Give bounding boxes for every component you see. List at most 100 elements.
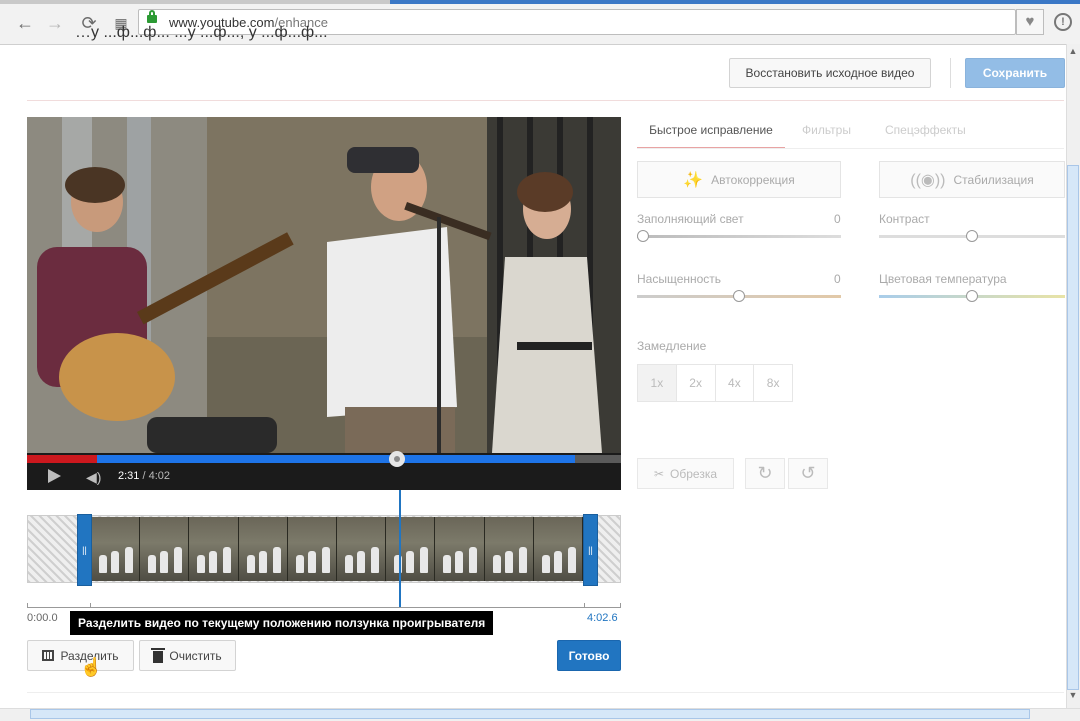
hand-cursor-icon: ☝: [80, 657, 103, 677]
scroll-up-icon[interactable]: ▲: [1067, 46, 1079, 60]
frame-figure: [148, 555, 157, 573]
stabilize-label: Стабилизация: [953, 172, 1034, 187]
autocorrect-label: Автокоррекция: [711, 172, 795, 187]
tab-filters[interactable]: Фильтры: [802, 115, 851, 147]
play-icon[interactable]: [48, 469, 61, 483]
frame-figure: [258, 551, 267, 573]
secure-lock-icon: [147, 10, 157, 23]
frame-figure: [406, 551, 415, 573]
timeline-end-label: 4:02.6: [587, 612, 618, 624]
rotate-left-icon[interactable]: ↺: [788, 458, 828, 489]
frame-figure: [174, 547, 183, 573]
filmstrip-frame: [435, 517, 485, 581]
restore-original-button[interactable]: Восстановить исходное видео: [729, 58, 931, 88]
scissors-icon: ✂: [653, 466, 665, 481]
speed-1x-button[interactable]: 1x: [638, 365, 677, 401]
clear-button[interactable]: Очистить: [139, 640, 236, 671]
frame-figure: [307, 551, 316, 573]
split-tooltip: Разделить видео по текущему положению по…: [70, 611, 494, 635]
frame-figure: [160, 551, 169, 573]
trim-label: Обрезка: [670, 466, 718, 481]
frame-figure: [295, 555, 304, 573]
filmstrip[interactable]: [91, 517, 583, 581]
back-arrow-icon[interactable]: ←: [14, 12, 36, 34]
fill-light-knob[interactable]: [637, 230, 649, 242]
filmstrip-frame: [287, 517, 338, 581]
speed-4x-button[interactable]: 4x: [716, 365, 755, 401]
filmstrip-frame: [238, 517, 288, 581]
frame-figure: [455, 551, 464, 573]
clear-button-label: Очистить: [169, 648, 222, 663]
frame-figure: [197, 555, 206, 573]
enhance-tabs: Быстрое исправление Фильтры Спецэффекты: [637, 115, 1064, 149]
frame-figure: [567, 547, 576, 573]
saturation-value: 0: [834, 272, 841, 286]
autocorrect-button[interactable]: ✨ Автокоррекция: [637, 161, 841, 198]
frame-figure: [111, 551, 119, 573]
video-frame-image: [27, 117, 621, 453]
horizontal-scroll-thumb[interactable]: [30, 709, 1030, 719]
stabilize-icon: ((◉)): [910, 171, 946, 189]
slowdown-speed-group: 1x 2x 4x 8x: [637, 364, 793, 402]
tab-effects[interactable]: Спецэффекты: [885, 115, 966, 147]
forward-arrow-icon[interactable]: →: [44, 12, 66, 34]
color-temperature-label: Цветовая температура: [879, 272, 1007, 286]
timeline-start-label: 0:00.0: [27, 612, 58, 624]
rotate-right-icon[interactable]: ↻: [745, 458, 785, 489]
saturation-knob[interactable]: [733, 290, 745, 302]
filmstrip-frame: [484, 517, 534, 581]
frame-figure: [541, 555, 550, 573]
done-button[interactable]: Готово: [557, 640, 621, 671]
scroll-down-icon[interactable]: ▼: [1067, 690, 1079, 704]
frame-figure: [469, 547, 478, 573]
filmstrip-frame: [189, 517, 239, 581]
heart-bookmark-icon[interactable]: ♥: [1016, 9, 1044, 35]
filmstrip-frame: [337, 517, 387, 581]
header-divider: [950, 58, 951, 88]
extension-power-icon[interactable]: !: [1054, 13, 1072, 31]
frame-figure: [272, 547, 281, 573]
trash-icon: [151, 647, 166, 663]
progress-scrubber[interactable]: [389, 451, 405, 467]
frame-figure: [209, 551, 218, 573]
trim-handle-left[interactable]: ||: [77, 514, 92, 586]
filmstrip-frame: [140, 517, 190, 581]
contrast-label: Контраст: [879, 212, 930, 226]
speed-8x-button[interactable]: 8x: [754, 365, 792, 401]
tab-quick-fix[interactable]: Быстрое исправление: [637, 115, 785, 149]
frame-figure: [443, 555, 452, 573]
ruler-tick: [27, 603, 28, 608]
ruler-tick: [90, 603, 91, 608]
frame-figure: [420, 547, 429, 573]
footer-separator: [27, 692, 1064, 693]
color-temperature-knob[interactable]: [966, 290, 978, 302]
video-player[interactable]: [27, 117, 621, 490]
save-button[interactable]: Сохранить: [965, 58, 1065, 88]
frame-figure: [518, 547, 527, 573]
frame-figure: [99, 555, 107, 573]
frame-figure: [321, 547, 330, 573]
fill-light-value: 0: [834, 212, 841, 226]
volume-icon[interactable]: ◀): [86, 469, 106, 485]
time-display: 2:31 / 4:02: [118, 470, 171, 482]
speed-2x-button[interactable]: 2x: [677, 365, 716, 401]
frame-figure: [345, 555, 354, 573]
filmstrip-frame: [386, 517, 436, 581]
trim-handle-right[interactable]: ||: [583, 514, 598, 586]
contrast-knob[interactable]: [966, 230, 978, 242]
timeline-playhead[interactable]: [399, 490, 401, 608]
slowdown-label: Замедление: [637, 339, 707, 353]
saturation-label: Насыщенность: [637, 272, 722, 286]
stabilize-button[interactable]: ((◉)) Стабилизация: [879, 161, 1065, 198]
fill-light-label: Заполняющий свет: [637, 212, 744, 226]
filmstrip-frame: [533, 517, 583, 581]
progress-buffered: [97, 455, 575, 463]
frame-figure: [504, 551, 513, 573]
fill-light-slider[interactable]: [637, 235, 841, 238]
frame-figure: [246, 555, 255, 573]
trim-button[interactable]: ✂ Обрезка: [637, 458, 734, 489]
tabs-underline: [637, 148, 1064, 149]
split-icon: [42, 650, 55, 661]
page-title-cut: …у ...ф...ф... ...у ...ф..., у ...ф...ф.…: [75, 24, 328, 41]
vertical-scroll-thumb[interactable]: [1067, 165, 1079, 690]
